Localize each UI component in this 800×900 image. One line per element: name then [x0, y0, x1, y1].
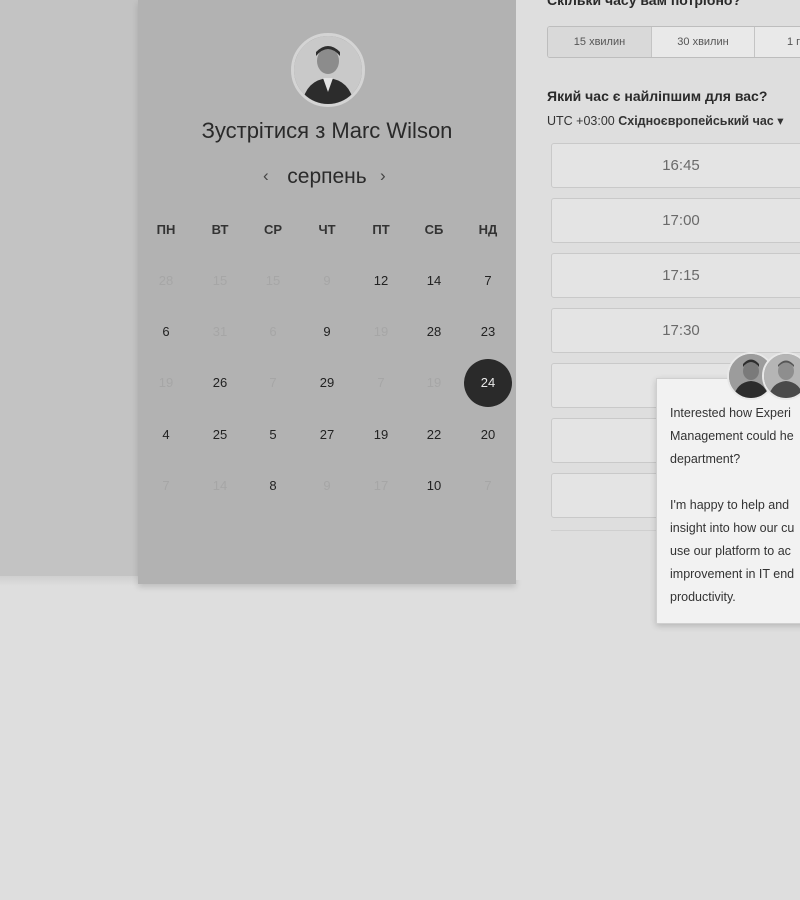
calendar-day: 15 — [265, 273, 281, 288]
calendar-day-selected[interactable]: 24 — [464, 359, 512, 407]
timezone-offset: UTC +03:00 — [547, 114, 615, 128]
duration-option-30[interactable]: 30 хвилин — [652, 27, 755, 57]
calendar-day: 15 — [212, 273, 228, 288]
weekday-label: НД — [478, 222, 498, 237]
calendar-day[interactable]: 26 — [196, 359, 244, 407]
calendar-day[interactable]: 25 — [196, 411, 244, 459]
calendar-day[interactable]: 27 — [303, 411, 351, 459]
chevron-right-icon[interactable]: › — [380, 166, 386, 186]
calendar-day[interactable]: 20 — [464, 411, 512, 459]
calendar-day: 6 — [269, 324, 277, 339]
calendar-day: 9 — [323, 273, 331, 288]
calendar-day: 7 — [269, 375, 277, 390]
calendar-day[interactable]: 5 — [249, 411, 297, 459]
calendar-day[interactable]: 23 — [464, 308, 512, 356]
calendar-day: 31 — [212, 324, 228, 339]
calendar-panel: Зустрітися з Marc Wilson ‹ серпень › ПН … — [138, 0, 516, 584]
chevron-down-icon: ▾ — [777, 114, 784, 128]
host-avatar — [291, 33, 365, 107]
calendar-day[interactable]: 19 — [357, 411, 405, 459]
calendar-day: 17 — [373, 478, 389, 493]
calendar-day[interactable]: 9 — [303, 308, 351, 356]
calendar-day[interactable]: 10 — [410, 462, 458, 510]
background-left — [0, 0, 138, 580]
duration-question: Скільки часу вам потрібно? — [547, 0, 742, 8]
weekday-label: ПН — [156, 222, 176, 237]
calendar-day[interactable]: 6 — [142, 308, 190, 356]
calendar-day: 7 — [377, 375, 385, 390]
timezone-name: Східноєвропейський час — [618, 114, 774, 128]
weekday-label: СР — [263, 222, 283, 237]
chat-message: Interested how Experi Management could h… — [670, 406, 795, 604]
month-label: серпень — [287, 165, 367, 188]
calendar-day[interactable]: 4 — [142, 411, 190, 459]
time-slot[interactable]: 16:45 — [551, 143, 800, 188]
background-left-shadow — [0, 576, 138, 586]
calendar-day: 7 — [162, 478, 170, 493]
calendar-day[interactable]: 12 — [357, 257, 405, 305]
calendar-day: 14 — [212, 478, 228, 493]
duration-selector: 15 хвилин 30 хвилин 1 г — [547, 26, 800, 58]
calendar-day[interactable]: 8 — [249, 462, 297, 510]
duration-option-15[interactable]: 15 хвилин — [548, 27, 652, 57]
weekday-label: ПТ — [372, 222, 390, 237]
timezone-selector[interactable]: UTC +03:00 Східноєвропейський час ▾ — [547, 113, 784, 128]
weekday-label: ВТ — [211, 222, 229, 237]
duration-option-60[interactable]: 1 г — [755, 27, 800, 57]
time-question: Який час є найліпшим для вас? — [547, 88, 768, 104]
weekday-label: СБ — [424, 222, 444, 237]
calendar-day[interactable]: 7 — [464, 257, 512, 305]
meeting-title: Зустрітися з Marc Wilson — [201, 118, 453, 143]
calendar-day: 19 — [158, 375, 174, 390]
calendar-day: 9 — [323, 478, 331, 493]
calendar-day: 7 — [484, 478, 492, 493]
weekday-label: ЧТ — [318, 222, 336, 237]
time-slot[interactable]: 17:00 — [551, 198, 800, 243]
calendar-day[interactable]: 22 — [410, 411, 458, 459]
time-slot[interactable]: 17:30 — [551, 308, 800, 353]
calendar-day: 19 — [373, 324, 389, 339]
calendar-day[interactable]: 14 — [410, 257, 458, 305]
calendar-day[interactable]: 28 — [410, 308, 458, 356]
time-slot[interactable]: 17:15 — [551, 253, 800, 298]
calendar-day[interactable]: 29 — [303, 359, 351, 407]
calendar-day: 19 — [426, 375, 442, 390]
calendar-day: 28 — [158, 273, 174, 288]
